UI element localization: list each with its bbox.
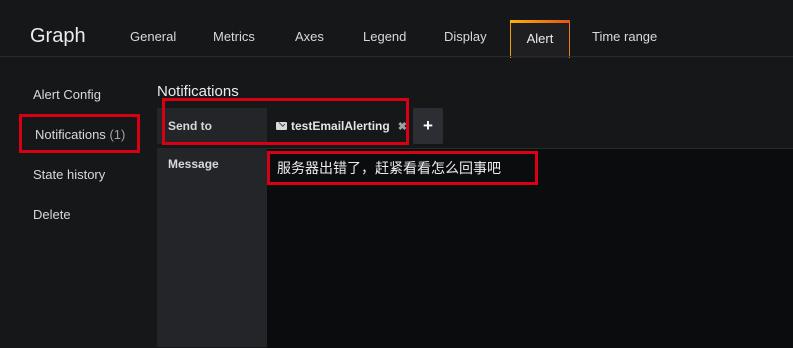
sidebar-item-state-history[interactable]: State history (33, 167, 105, 182)
send-to-highlight-box (162, 98, 409, 145)
panel-type-title: Graph (30, 25, 86, 47)
tab-axes[interactable]: Axes (295, 20, 324, 56)
alert-sidebar: Alert Config Notifications (1) State his… (0, 57, 148, 347)
add-notification-button[interactable]: + (413, 108, 443, 144)
panel-editor-header: Graph General Metrics Axes Legend Displa… (0, 0, 793, 58)
notifications-highlight-box (19, 114, 140, 153)
tab-metrics[interactable]: Metrics (213, 20, 255, 56)
tab-time-range[interactable]: Time range (592, 20, 657, 56)
sidebar-item-label: Delete (33, 207, 71, 222)
tab-alert[interactable]: Alert (510, 20, 570, 58)
sidebar-item-delete[interactable]: Delete (33, 207, 71, 222)
message-highlight-box (267, 151, 538, 185)
tab-general[interactable]: General (130, 20, 176, 56)
message-label: Message (168, 157, 219, 171)
sidebar-item-label: State history (33, 167, 106, 182)
tab-display[interactable]: Display (444, 20, 487, 56)
sidebar-item-alert-config[interactable]: Alert Config (33, 87, 101, 102)
tab-legend[interactable]: Legend (363, 20, 406, 56)
sidebar-item-label: Alert Config (33, 87, 101, 102)
